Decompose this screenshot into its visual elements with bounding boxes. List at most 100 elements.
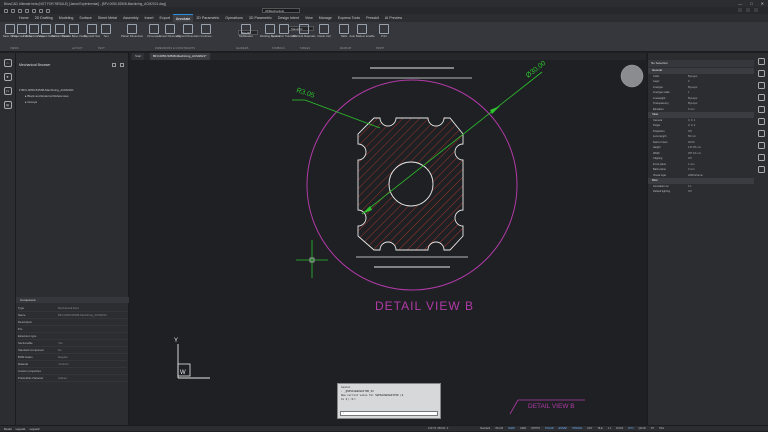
- property-value[interactable]: BFV-0050-52508-Machining_ACM2021: [58, 312, 127, 318]
- continue-button[interactable]: Continue: [198, 24, 214, 38]
- status-toggle-grid[interactable]: GRID: [520, 426, 526, 432]
- library-icon[interactable]: [757, 130, 765, 137]
- sheets-icon[interactable]: [757, 118, 765, 125]
- tab-3d-parametric[interactable]: 3D Parametric: [246, 14, 275, 22]
- maximize-button[interactable]: □: [750, 1, 752, 6]
- tab-export[interactable]: Export: [157, 14, 173, 22]
- tab-2d-parametric[interactable]: 2D Parametric: [193, 14, 222, 22]
- minimize-button[interactable]: —: [738, 1, 742, 6]
- property-value[interactable]: Yes: [58, 340, 127, 346]
- status-toggle-esnap[interactable]: ESNAP: [559, 426, 567, 432]
- property-value[interactable]: [58, 333, 127, 339]
- property-value[interactable]: Mechanical.Root: [58, 305, 127, 311]
- property-value[interactable]: Regular: [58, 354, 127, 360]
- tab-presskit[interactable]: Presskit: [363, 14, 382, 22]
- text-button[interactable]: Text: [98, 24, 114, 38]
- history-icon[interactable]: [757, 154, 765, 161]
- status-toggle-dyn[interactable]: DYN: [628, 426, 633, 432]
- home-icon[interactable]: ⌂: [3, 59, 12, 67]
- property-value[interactable]: <Inherit>: [58, 361, 127, 367]
- tab-insert[interactable]: Insert: [142, 14, 157, 22]
- search-icon[interactable]: [738, 8, 742, 12]
- status-toggle-rt[interactable]: RT: [651, 426, 654, 432]
- tab-2d-drafting[interactable]: 2D Drafting: [32, 14, 56, 22]
- tab-ai-preview[interactable]: AI Preview: [382, 14, 405, 22]
- property-row[interactable]: Extension type: [18, 333, 127, 340]
- property-row[interactable]: Pro: [18, 326, 127, 333]
- close-button[interactable]: ✕: [761, 1, 764, 6]
- parallel-base-views-button[interactable]: Parallel Base Views: [62, 24, 86, 38]
- property-value[interactable]: 2dWireframe: [688, 173, 755, 179]
- status-toggle-ducs[interactable]: DUCS: [616, 426, 623, 432]
- close-panel-icon[interactable]: [120, 63, 124, 67]
- property-row[interactable]: Sectionable Yes: [18, 340, 127, 347]
- redo-icon[interactable]: [46, 8, 50, 13]
- tab-design-intent[interactable]: Design Intent: [275, 14, 302, 22]
- tab-start[interactable]: Start: [132, 53, 145, 60]
- undo-icon[interactable]: [39, 8, 43, 13]
- property-value[interactable]: [58, 368, 127, 374]
- fields-cell-button[interactable]: Fields Cell: [316, 24, 332, 38]
- tab-operations[interactable]: Operations: [222, 14, 246, 22]
- layout-tab-layout1[interactable]: Layout1: [16, 426, 26, 432]
- property-row[interactable]: Name BFV-0050-52508-Machining_ACM2021: [18, 312, 127, 319]
- status-toggle-standard[interactable]: Standard: [480, 426, 490, 432]
- property-value[interactable]: 0 mm: [688, 107, 755, 113]
- workspace-dropdown[interactable]: 2DMechanical: [262, 8, 300, 13]
- tab-home[interactable]: Home: [16, 14, 32, 22]
- property-value[interactable]: No: [58, 347, 127, 353]
- auto-balloon-enable-button[interactable]: Auto Balloon Enable: [349, 24, 375, 38]
- tab-manage[interactable]: Manage: [316, 14, 335, 22]
- drawing-canvas[interactable]: R3.05 Ø30.00 DETAIL VIEW B DETAIL VIEW B…: [130, 60, 646, 425]
- render-icon[interactable]: [757, 166, 765, 173]
- property-value[interactable]: [58, 326, 127, 332]
- property-row[interactable]: Description: [18, 319, 127, 326]
- layers-icon[interactable]: [757, 70, 765, 77]
- property-row[interactable]: Material <Inherit>: [18, 361, 127, 368]
- tab-annotate[interactable]: Annotate: [172, 14, 194, 22]
- tab-surface[interactable]: Surface: [76, 14, 94, 22]
- open-icon[interactable]: [18, 8, 22, 13]
- lights-icon[interactable]: [757, 106, 765, 113]
- geometric-tolerance-button[interactable]: Geometric Tolerance: [271, 24, 297, 38]
- tab-sheet-metal[interactable]: Sheet Metal: [95, 14, 120, 22]
- status-toggle-strack[interactable]: STRACK: [572, 426, 582, 432]
- blocks-icon[interactable]: [757, 82, 765, 89]
- multileader-button[interactable]: Multileader: [238, 24, 254, 38]
- tab-drawing[interactable]: BFV-0050-52508-Machining_ACM2021*: [150, 53, 210, 60]
- command-input[interactable]: :: [340, 411, 438, 416]
- property-row[interactable]: Elevation 0 mm: [648, 107, 755, 113]
- property-value[interactable]: [58, 319, 127, 325]
- bim-edit-materials-button[interactable]: BIM Edit Materials: [293, 24, 315, 38]
- attachments-icon[interactable]: [757, 142, 765, 149]
- property-row[interactable]: Preferable character Indices: [18, 375, 127, 382]
- status-toggle-tile[interactable]: TILE: [597, 426, 602, 432]
- radius-dimension[interactable]: R3.05: [295, 87, 315, 99]
- status-toggle-snap[interactable]: SNAP: [508, 426, 515, 432]
- settings-icon[interactable]: [754, 8, 758, 12]
- layout-tab-layout2[interactable]: Layout2: [30, 426, 40, 432]
- view-cube[interactable]: [620, 64, 644, 88]
- command-window[interactable]: Cancel: _QNPSAVEBCEDITOR_S3 New current v…: [337, 383, 441, 419]
- detail-callout-label[interactable]: DETAIL VIEW B: [528, 403, 575, 410]
- status-toggle-iso-25[interactable]: ISO-25: [495, 426, 503, 432]
- tab-assembly[interactable]: Assembly: [120, 14, 142, 22]
- parameters-icon[interactable]: ƒx: [3, 87, 12, 95]
- status-toggle-hka[interactable]: HKA: [659, 426, 664, 432]
- property-row[interactable]: Custom properties: [18, 368, 127, 375]
- print-icon[interactable]: [32, 8, 36, 13]
- property-row[interactable]: Type Mechanical.Root: [18, 305, 127, 312]
- status-toggle-lwt[interactable]: LWT: [587, 426, 592, 432]
- layout-tab-model[interactable]: Model: [4, 426, 12, 432]
- materials-icon[interactable]: [757, 94, 765, 101]
- planar-dimension-button[interactable]: Planar Dimension: [121, 24, 143, 38]
- properties-icon[interactable]: [757, 58, 765, 65]
- tree-item[interactable]: ▸ Groups: [19, 99, 74, 105]
- property-row[interactable]: Standard component No: [18, 347, 127, 354]
- tab-modeling[interactable]: Modeling: [56, 14, 77, 22]
- detail-view-label[interactable]: DETAIL VIEW B: [375, 299, 474, 313]
- tab-express-tools[interactable]: Express Tools: [335, 14, 363, 22]
- print-button[interactable]: Print: [376, 24, 392, 38]
- center-hole[interactable]: [388, 161, 434, 207]
- property-row[interactable]: BOM status Regular: [18, 354, 127, 361]
